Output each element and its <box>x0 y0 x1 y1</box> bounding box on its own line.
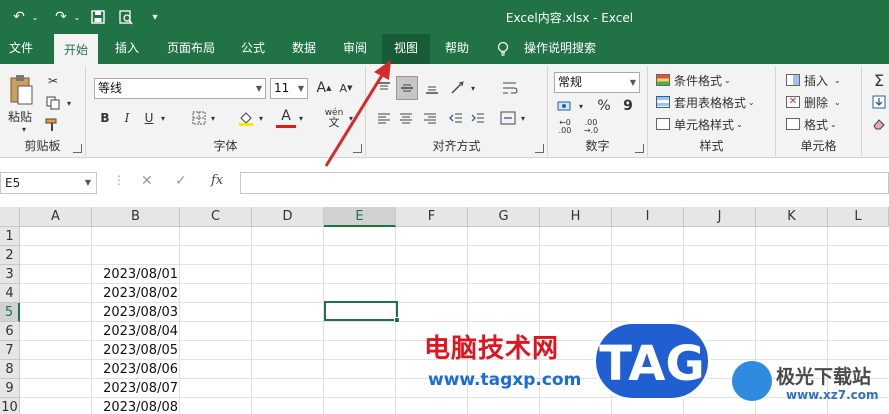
watermark-site-url: www.xz7.com <box>786 388 879 402</box>
watermark-brand: 电脑技术网 <box>424 334 560 364</box>
watermark-url: www.tagxp.com <box>428 370 582 390</box>
watermark-site-logo-icon <box>732 361 772 401</box>
watermark-site-name: 极光下载站 <box>776 366 872 388</box>
watermark-tag-logo: TAG <box>593 321 711 401</box>
